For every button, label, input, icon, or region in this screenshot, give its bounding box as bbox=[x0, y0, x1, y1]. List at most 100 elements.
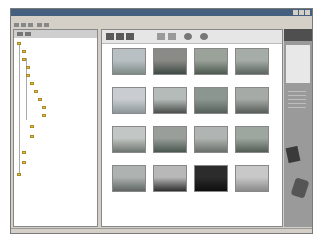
settings-icon[interactable] bbox=[200, 33, 208, 40]
thumbnail-caption bbox=[194, 116, 228, 121]
folder-icon bbox=[42, 106, 46, 109]
folder-tree-pane bbox=[13, 29, 98, 227]
tree-item[interactable] bbox=[30, 134, 35, 139]
thumbnail-item[interactable] bbox=[153, 126, 187, 161]
tree-item[interactable] bbox=[22, 150, 27, 155]
tree-item[interactable] bbox=[26, 73, 31, 78]
side-panel-text-line bbox=[288, 99, 306, 100]
side-panel-text-line bbox=[288, 103, 306, 104]
folder-icon bbox=[30, 135, 34, 138]
thumbnail-pane bbox=[101, 29, 283, 227]
rotate-icon[interactable] bbox=[168, 33, 176, 40]
folder-icon bbox=[17, 173, 21, 176]
thumbnail-item[interactable] bbox=[194, 165, 228, 200]
thumbnail-caption bbox=[112, 194, 146, 199]
tree-item[interactable] bbox=[30, 124, 35, 129]
folder-icon bbox=[22, 161, 26, 164]
folder-icon bbox=[42, 114, 46, 117]
thumbnail-caption bbox=[194, 77, 228, 82]
thumbnail-caption bbox=[235, 155, 269, 160]
thumbnail-image bbox=[153, 87, 187, 114]
folder-icon bbox=[30, 125, 34, 128]
tree-item[interactable] bbox=[22, 57, 27, 62]
tree-item[interactable] bbox=[42, 113, 47, 118]
zoom-icon[interactable] bbox=[184, 33, 192, 40]
app-window bbox=[10, 8, 313, 234]
thumbnail-item[interactable] bbox=[112, 48, 146, 83]
thumbnail-item[interactable] bbox=[153, 48, 187, 83]
phone-device-image bbox=[290, 177, 310, 199]
folder-icon bbox=[22, 151, 26, 154]
side-panel-text-line bbox=[288, 95, 306, 96]
thumbnail-image bbox=[153, 126, 187, 153]
thumbnail-image bbox=[112, 126, 146, 153]
thumbnail-caption bbox=[235, 116, 269, 121]
folder-icon bbox=[22, 58, 26, 61]
thumbnail-item[interactable] bbox=[235, 126, 269, 161]
folder-icon bbox=[17, 42, 21, 45]
status-bar bbox=[11, 228, 312, 233]
list-view-icon[interactable] bbox=[25, 32, 31, 36]
folder-icon bbox=[34, 90, 38, 93]
tree-item[interactable] bbox=[34, 89, 39, 94]
thumbnail-image bbox=[194, 87, 228, 114]
title-bar bbox=[11, 9, 312, 16]
thumbnail-item[interactable] bbox=[153, 165, 187, 200]
thumbnail-image bbox=[153, 48, 187, 75]
folder-view-icon[interactable] bbox=[17, 32, 23, 36]
thumbnail-caption bbox=[194, 194, 228, 199]
thumbnail-item[interactable] bbox=[194, 48, 228, 83]
camera-device-image bbox=[285, 145, 301, 164]
tree-item[interactable] bbox=[22, 49, 27, 54]
thumbnail-item[interactable] bbox=[112, 126, 146, 161]
details-view-icon[interactable] bbox=[126, 33, 134, 40]
tree-item-selected[interactable] bbox=[42, 105, 47, 110]
folder-icon bbox=[30, 82, 34, 85]
tree-item[interactable] bbox=[38, 97, 43, 102]
tree-item[interactable] bbox=[22, 160, 27, 165]
thumbnail-image bbox=[194, 165, 228, 192]
list-view-icon[interactable] bbox=[116, 33, 124, 40]
thumbnail-caption bbox=[235, 194, 269, 199]
up-folder-icon[interactable] bbox=[28, 23, 33, 27]
folder-icon bbox=[26, 66, 30, 69]
thumbnail-image bbox=[112, 48, 146, 75]
tree-item[interactable] bbox=[30, 81, 35, 86]
back-icon[interactable] bbox=[14, 23, 19, 27]
folder-icon bbox=[22, 50, 26, 53]
thumbnail-item[interactable] bbox=[235, 48, 269, 83]
maximize-button[interactable] bbox=[299, 10, 304, 15]
thumbnail-caption bbox=[112, 77, 146, 82]
tree-item[interactable] bbox=[17, 41, 22, 46]
thumbnail-item[interactable] bbox=[112, 165, 146, 200]
tree-item[interactable] bbox=[26, 65, 31, 70]
thumbnail-item[interactable] bbox=[235, 165, 269, 200]
side-panel-text-line bbox=[288, 91, 306, 92]
side-panel-header bbox=[284, 29, 312, 41]
thumbnail-caption bbox=[235, 77, 269, 82]
thumbnail-caption bbox=[153, 116, 187, 121]
thumbnail-view-icon[interactable] bbox=[106, 33, 114, 40]
side-panel-text-block bbox=[286, 45, 310, 83]
folder-icon bbox=[38, 98, 42, 101]
main-toolbar bbox=[11, 22, 312, 28]
thumbnail-caption bbox=[194, 155, 228, 160]
slideshow-icon[interactable] bbox=[157, 33, 165, 40]
thumbnail-item[interactable] bbox=[235, 87, 269, 122]
thumbnail-caption bbox=[153, 194, 187, 199]
folder-icon bbox=[26, 74, 30, 77]
forward-icon[interactable] bbox=[21, 23, 26, 27]
thumbnail-item[interactable] bbox=[112, 87, 146, 122]
thumbnail-item[interactable] bbox=[194, 87, 228, 122]
thumbnail-item[interactable] bbox=[194, 126, 228, 161]
import-icon[interactable] bbox=[37, 23, 42, 27]
thumbnail-image bbox=[235, 48, 269, 75]
close-button[interactable] bbox=[305, 10, 310, 15]
minimize-button[interactable] bbox=[293, 10, 298, 15]
thumbnail-item[interactable] bbox=[153, 87, 187, 122]
thumbnail-image bbox=[194, 48, 228, 75]
thumbnail-image bbox=[194, 126, 228, 153]
print-icon[interactable] bbox=[44, 23, 49, 27]
tree-item[interactable] bbox=[17, 172, 22, 177]
viewer-toolbar bbox=[102, 30, 282, 44]
